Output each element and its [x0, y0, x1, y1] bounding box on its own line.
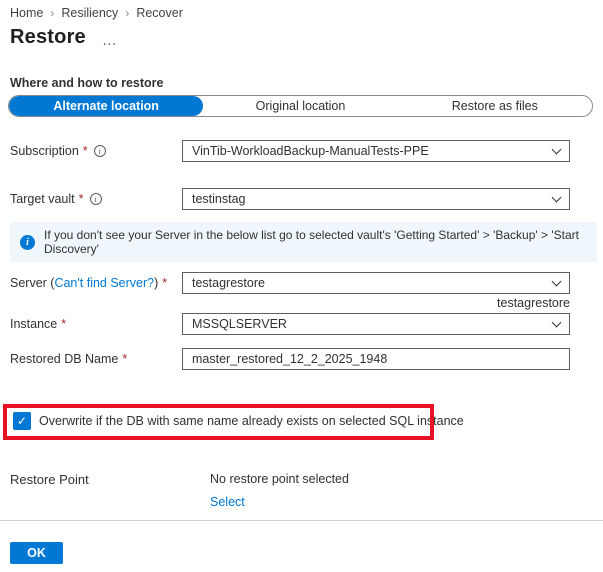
tab-original-location[interactable]: Original location — [203, 96, 397, 116]
restored-db-name-label: Restored DB Name * — [10, 348, 127, 370]
subscription-dropdown[interactable]: VinTib-WorkloadBackup-ManualTests-PPE — [182, 140, 570, 162]
instance-label: Instance * — [10, 313, 66, 335]
breadcrumb-separator: › — [43, 6, 61, 20]
subscription-label: Subscription * i — [10, 140, 106, 162]
target-vault-label: Target vault * i — [10, 188, 102, 210]
required-marker: * — [79, 192, 84, 206]
info-tooltip-icon[interactable]: i — [94, 145, 106, 157]
ok-button[interactable]: OK — [10, 542, 63, 564]
info-icon: i — [20, 235, 35, 250]
restored-db-name-field-wrap — [182, 348, 570, 370]
restore-point-label: Restore Point — [10, 472, 89, 487]
overwrite-checkbox-row[interactable]: ✓ Overwrite if the DB with same name alr… — [13, 412, 464, 430]
more-options-icon[interactable]: … — [102, 32, 118, 49]
tab-restore-as-files[interactable]: Restore as files — [398, 96, 592, 116]
chevron-down-icon — [552, 193, 562, 203]
cant-find-server-link[interactable]: Can't find Server? — [54, 276, 154, 290]
required-marker: * — [83, 144, 88, 158]
overwrite-checkbox-label: Overwrite if the DB with same name alrea… — [39, 414, 464, 428]
required-marker: * — [162, 276, 167, 290]
chevron-down-icon — [552, 318, 562, 328]
page-title: Restore — [10, 26, 86, 49]
overwrite-checkbox[interactable]: ✓ — [13, 412, 31, 430]
server-helper-text: testagrestore — [182, 296, 570, 310]
discovery-info-banner: i If you don't see your Server in the be… — [10, 222, 597, 262]
server-value: testagrestore — [192, 276, 553, 290]
info-tooltip-icon[interactable]: i — [90, 193, 102, 205]
breadcrumb: Home › Resiliency › Recover — [10, 6, 183, 20]
banner-text: If you don't see your Server in the belo… — [44, 228, 587, 256]
title-row: Restore … — [10, 26, 118, 49]
target-vault-dropdown[interactable]: testinstag — [182, 188, 570, 210]
subscription-value: VinTib-WorkloadBackup-ManualTests-PPE — [192, 144, 553, 158]
instance-dropdown[interactable]: MSSQLSERVER — [182, 313, 570, 335]
required-marker: * — [61, 317, 66, 331]
restore-point-status: No restore point selected — [210, 472, 349, 486]
restore-location-tabbar: Alternate location Original location Res… — [8, 95, 593, 117]
server-dropdown[interactable]: testagrestore — [182, 272, 570, 294]
tab-alternate-location[interactable]: Alternate location — [9, 96, 203, 116]
breadcrumb-home[interactable]: Home — [10, 6, 43, 20]
footer-divider — [0, 520, 603, 521]
breadcrumb-resiliency[interactable]: Resiliency — [61, 6, 118, 20]
restore-point-select-link[interactable]: Select — [210, 495, 245, 509]
target-vault-value: testinstag — [192, 192, 553, 206]
required-marker: * — [122, 352, 127, 366]
instance-value: MSSQLSERVER — [192, 317, 553, 331]
breadcrumb-recover[interactable]: Recover — [136, 6, 183, 20]
chevron-down-icon — [552, 277, 562, 287]
server-label: Server (Can't find Server?) * — [10, 272, 167, 294]
chevron-down-icon — [552, 145, 562, 155]
breadcrumb-separator: › — [118, 6, 136, 20]
section-heading: Where and how to restore — [10, 76, 164, 90]
restored-db-name-input[interactable] — [182, 348, 570, 370]
